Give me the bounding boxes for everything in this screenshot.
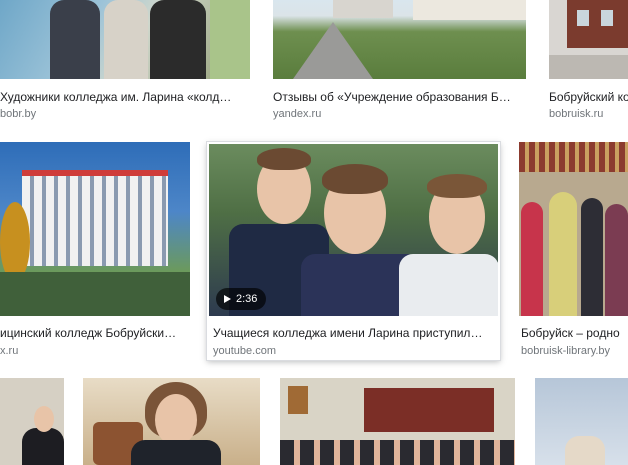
person-figure xyxy=(150,0,206,79)
result-source: bobr.by xyxy=(0,108,37,120)
person-figure xyxy=(581,198,603,316)
person-face xyxy=(155,394,197,446)
person-figure xyxy=(565,436,605,465)
person-figure xyxy=(50,0,100,79)
wall-clock xyxy=(288,386,308,414)
tree xyxy=(0,202,30,282)
result-tile-2[interactable]: Отзывы об «Учреждение образования Б… yan… xyxy=(273,0,526,125)
result-source: yandex.ru xyxy=(273,108,322,120)
play-icon xyxy=(224,295,231,303)
result-image-4[interactable] xyxy=(0,142,190,316)
result-tile-1[interactable]: Художники колледжа им. Ларина «колд… bob… xyxy=(0,0,250,125)
ground xyxy=(549,55,628,79)
person-figure xyxy=(549,192,577,316)
result-video-thumbnail[interactable]: 2:36 xyxy=(209,144,498,316)
result-title[interactable]: Бобруйский колледж xyxy=(549,90,628,105)
crowd xyxy=(280,440,515,465)
result-image-1[interactable] xyxy=(0,0,250,79)
result-image-10[interactable] xyxy=(535,378,628,465)
building xyxy=(22,174,168,266)
result-title[interactable]: Бобруйск – родно xyxy=(521,326,628,341)
result-title[interactable]: Художники колледжа им. Ларина «колд… xyxy=(0,90,250,105)
building xyxy=(413,0,526,20)
result-tile-6[interactable]: Бобруйск – родно bobruisk-library.by xyxy=(519,142,628,360)
result-tile-5-selected[interactable]: 2:36 Учащиеся колледжа имени Ларина прис… xyxy=(207,142,500,360)
video-duration-badge: 2:36 xyxy=(216,288,267,310)
person-figure xyxy=(22,428,64,465)
result-image-9[interactable] xyxy=(280,378,515,465)
result-image-6[interactable] xyxy=(519,142,628,316)
pathway xyxy=(293,22,373,79)
result-image-7[interactable] xyxy=(0,378,64,465)
result-source: youtube.com xyxy=(213,345,276,357)
result-tile-4[interactable]: ицинский колледж Бобруйски… x.ru xyxy=(0,142,190,360)
result-image-2[interactable] xyxy=(273,0,526,79)
video-duration: 2:36 xyxy=(236,293,258,305)
result-image-8[interactable] xyxy=(83,378,260,465)
result-title[interactable]: Отзывы об «Учреждение образования Б… xyxy=(273,90,526,105)
result-source: x.ru xyxy=(0,345,19,357)
window xyxy=(601,10,613,26)
person-figure xyxy=(521,202,543,316)
person-hair xyxy=(257,148,311,170)
person-hair xyxy=(427,174,487,198)
building xyxy=(333,0,393,18)
person-hair xyxy=(322,164,388,194)
bookshelf xyxy=(519,142,628,172)
result-tile-3[interactable]: Бобруйский колледж bobruisk.ru xyxy=(549,0,628,125)
person-figure xyxy=(605,204,628,316)
person-figure xyxy=(131,440,221,465)
result-title[interactable]: Учащиеся колледжа имени Ларина приступил… xyxy=(213,326,496,341)
decorative-background xyxy=(210,0,250,79)
result-image-3[interactable] xyxy=(549,0,628,79)
result-title[interactable]: ицинский колледж Бобруйски… xyxy=(0,326,190,341)
window xyxy=(577,10,589,26)
ground xyxy=(0,272,190,316)
result-source: bobruisk-library.by xyxy=(521,345,611,357)
person-figure xyxy=(399,254,498,316)
result-source: bobruisk.ru xyxy=(549,108,604,120)
building-roof xyxy=(22,170,168,176)
person-figure xyxy=(104,0,148,79)
person-face xyxy=(34,406,54,432)
wall-display xyxy=(364,388,494,432)
